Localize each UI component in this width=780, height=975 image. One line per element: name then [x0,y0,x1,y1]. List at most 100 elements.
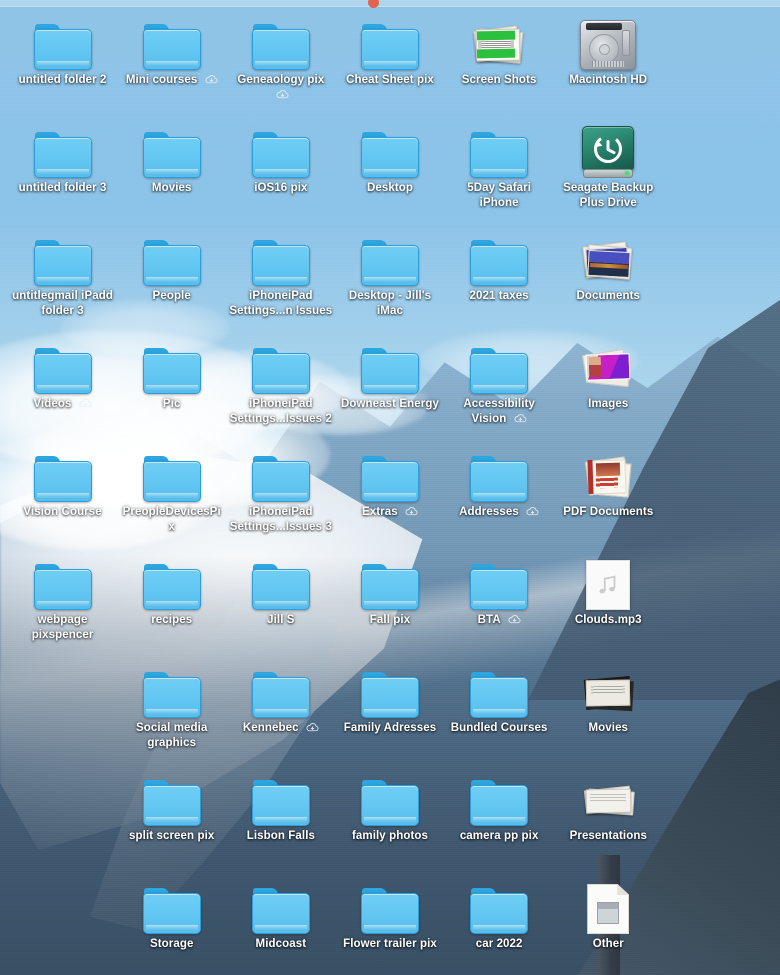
icloud-download-icon[interactable] [276,89,289,100]
desktop-icon-glyph[interactable] [249,338,313,394]
desktop-icon-label[interactable]: Clouds.mp3 [575,613,642,628]
desktop-icon-glyph[interactable] [249,878,313,934]
desktop-icon-label[interactable]: Macintosh HD [569,73,647,88]
desktop-icon[interactable]: Vision Course [8,438,117,546]
desktop-icon[interactable]: Clouds.mp3 [554,546,663,654]
desktop-icon-label[interactable]: webpage pixspencer [11,613,115,643]
images-stack-icon[interactable] [578,344,638,394]
desktop-icon-label[interactable]: split screen pix [129,829,214,844]
desktop-icon-label[interactable]: camera pp pix [460,829,539,844]
desktop-icon[interactable]: PDF Documents [554,438,663,546]
desktop-icon-label[interactable]: Geneaology pix [229,73,333,103]
desktop-icon[interactable]: Macintosh HD [554,6,663,114]
desktop-icon-glyph[interactable] [467,230,531,286]
desktop-icon-label[interactable]: Documents [577,289,641,304]
desktop[interactable]: untitled folder 2 Mini courses Geneaology… [0,0,780,975]
desktop-icon[interactable]: People [117,222,226,330]
folder-icon[interactable] [470,240,529,286]
desktop-icon-label[interactable]: Social media graphics [120,721,224,751]
desktop-icon-label[interactable]: iOS16 pix [254,181,307,196]
desktop-icon-label[interactable]: Screen Shots [462,73,537,88]
desktop-icon[interactable]: Videos [8,330,117,438]
desktop-icon-glyph[interactable] [358,770,422,826]
desktop-icon-glyph[interactable] [576,338,640,394]
folder-icon[interactable] [470,132,529,178]
icloud-download-icon[interactable] [205,74,218,85]
desktop-icon-glyph[interactable] [576,122,640,178]
desktop-icon[interactable]: car 2022 [445,870,554,975]
desktop-icon-label[interactable]: untitled folder 2 [19,73,107,88]
desktop-icon[interactable]: Other [554,870,663,975]
desktop-icon-label[interactable]: Downeast Energy [341,397,439,412]
desktop-icon-label[interactable]: car 2022 [476,937,523,952]
desktop-icon-glyph[interactable] [31,338,95,394]
desktop-icon-glyph[interactable] [467,554,531,610]
desktop-icon-glyph[interactable] [358,14,422,70]
folder-icon[interactable] [142,672,201,718]
desktop-icon[interactable]: Pic [117,330,226,438]
desktop-icon-label[interactable]: Storage [150,937,194,952]
desktop-icon[interactable]: Documents [554,222,663,330]
desktop-icon-glyph[interactable] [249,14,313,70]
desktop-icon-label[interactable]: iPhoneiPad Settings...n Issues [229,289,333,319]
desktop-icon[interactable]: Bundled Courses [445,654,554,762]
desktop-icon[interactable]: recipes [117,546,226,654]
desktop-icon-glyph[interactable] [358,338,422,394]
desktop-icon-glyph[interactable] [576,14,640,70]
folder-icon[interactable] [251,240,310,286]
desktop-icon-label[interactable]: Cheat Sheet pix [346,73,434,88]
desktop-icon-label[interactable]: 2021 taxes [470,289,529,304]
movies-stack-icon[interactable] [578,668,638,718]
icloud-download-icon[interactable] [79,398,92,409]
desktop-icon[interactable]: Desktop [335,114,444,222]
desktop-icon-glyph[interactable] [467,662,531,718]
desktop-icon[interactable]: Jill S [226,546,335,654]
desktop-icon-glyph[interactable] [140,230,204,286]
desktop-icon-label[interactable]: Pic [163,397,181,412]
desktop-icon-glyph[interactable] [358,122,422,178]
desktop-icon-label[interactable]: Flower trailer pix [343,937,437,952]
desktop-icon[interactable]: untitlegmail iPadd folder 3 [8,222,117,330]
desktop-icon-label[interactable]: Other [593,937,624,952]
desktop-icon-glyph[interactable] [467,338,531,394]
desktop-icon-label[interactable]: Jill S [267,613,294,628]
desktop-icon-glyph[interactable] [249,770,313,826]
folder-icon[interactable] [142,348,201,394]
folder-icon[interactable] [360,888,419,934]
desktop-icon[interactable]: Kennebec [226,654,335,762]
desktop-icon[interactable]: iPhoneiPad Settings...Issues 3 [226,438,335,546]
desktop-icon[interactable]: Seagate Backup Plus Drive [554,114,663,222]
desktop-icon-glyph[interactable] [249,230,313,286]
desktop-icon-glyph[interactable] [249,122,313,178]
desktop-icon-glyph[interactable] [358,230,422,286]
desktop-icon-label[interactable]: Accessibility Vision [447,397,551,427]
documents-stack-icon[interactable] [578,236,638,286]
desktop-icon-glyph[interactable] [31,554,95,610]
desktop-icon-glyph[interactable] [140,14,204,70]
desktop-icon[interactable]: Storage [117,870,226,975]
desktop-icon-label[interactable]: Mini courses [126,73,218,88]
desktop-icon[interactable]: iPhoneiPad Settings...n Issues [226,222,335,330]
desktop-icon[interactable]: 5Day Safari iPhone [445,114,554,222]
desktop-icon-glyph[interactable] [140,122,204,178]
folder-icon[interactable] [33,456,92,502]
folder-icon[interactable] [470,348,529,394]
desktop-icon-label[interactable]: Desktop [367,181,413,196]
desktop-icon-label[interactable]: iPhoneiPad Settings...Issues 3 [229,505,333,535]
document-file-icon[interactable] [587,884,630,934]
desktop-icon-glyph[interactable] [31,230,95,286]
desktop-icon-label[interactable]: untitled folder 3 [19,181,107,196]
desktop-icon-label[interactable]: PreopleDevicesPix [120,505,224,535]
desktop-icon-glyph[interactable] [467,122,531,178]
desktop-icon-glyph[interactable] [358,662,422,718]
desktop-icon[interactable]: split screen pix [117,762,226,870]
folder-icon[interactable] [251,348,310,394]
folder-icon[interactable] [470,672,529,718]
desktop-icon[interactable]: Fall pix [335,546,444,654]
desktop-icon-glyph[interactable] [31,446,95,502]
pdf-stack-icon[interactable] [578,452,638,502]
time-machine-drive-icon[interactable] [582,126,635,178]
desktop-icon[interactable]: Extras [335,438,444,546]
desktop-icon-glyph[interactable] [576,878,640,934]
desktop-icon-glyph[interactable] [140,878,204,934]
